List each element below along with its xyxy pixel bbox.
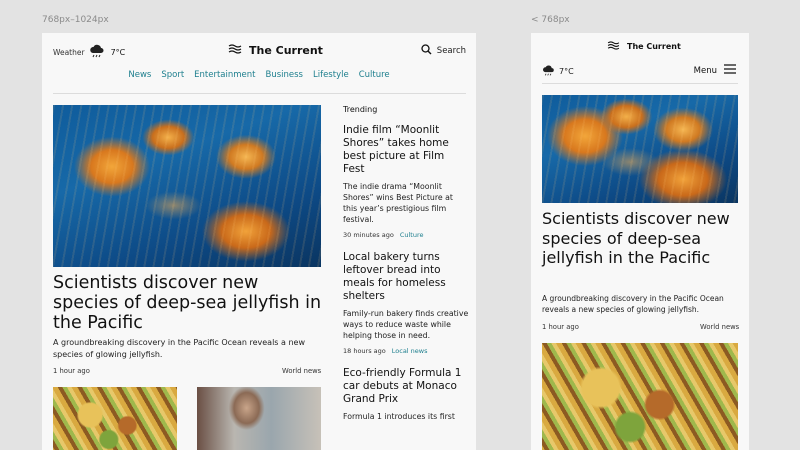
nav-item-culture[interactable]: Culture	[359, 70, 390, 80]
nav-item-sport[interactable]: Sport	[161, 70, 184, 80]
hero-image[interactable]	[542, 95, 738, 203]
trending-story-description: The indie drama “Moonlit Shores” wins Be…	[343, 182, 453, 224]
trending-story-description: Formula 1 introduces its first	[343, 412, 455, 421]
hero-title[interactable]: Scientists discover new species of deep-…	[542, 209, 738, 268]
menu-label: Menu	[693, 65, 717, 76]
mobile-frame: The Current 7°C Menu Scientists discover…	[531, 33, 749, 450]
trending-story[interactable]: Indie film “Moonlit Shores” takes home b…	[343, 124, 469, 239]
trending-story-title[interactable]: Indie film “Moonlit Shores” takes home b…	[343, 124, 469, 176]
search-label: Search	[436, 46, 466, 56]
search-icon	[421, 44, 432, 58]
hero-description: A groundbreaking discovery in the Pacifi…	[53, 338, 305, 359]
nav-item-entertainment[interactable]: Entertainment	[194, 70, 255, 80]
trending-sidebar: Trending Indie film “Moonlit Shores” tak…	[343, 105, 469, 434]
main-nav: News Sport Entertainment Business Lifest…	[42, 70, 476, 80]
trending-story-category[interactable]: Culture	[400, 231, 424, 239]
trending-heading: Trending	[343, 105, 378, 114]
site-logo[interactable]: The Current	[607, 41, 681, 52]
header-divider	[53, 93, 466, 94]
hero-time: 1 hour ago	[53, 367, 90, 375]
hero-time: 1 hour ago	[542, 323, 579, 331]
menu-button[interactable]: Menu	[694, 64, 736, 77]
hero-tag[interactable]: World news	[700, 323, 739, 331]
story-thumbnail-pasta[interactable]	[542, 343, 738, 450]
weather-label: Weather	[53, 47, 85, 57]
menu-icon	[724, 64, 736, 77]
cloud-rain-icon	[89, 43, 105, 61]
hero-tag[interactable]: World news	[282, 367, 321, 375]
trending-story-time: 18 hours ago	[343, 347, 386, 355]
cloud-rain-icon	[542, 64, 555, 79]
breakpoint-label-mobile: < 768px	[531, 15, 570, 25]
site-name: The Current	[249, 44, 323, 57]
search-button[interactable]: Search	[421, 44, 466, 58]
waves-logo-icon	[607, 41, 620, 52]
weather-widget: Weather 7°C	[53, 43, 125, 61]
breakpoint-label-tablet: 768px–1024px	[42, 15, 109, 25]
hero-image[interactable]	[53, 105, 321, 267]
story-thumbnail-pottery[interactable]	[197, 387, 321, 450]
hero-title[interactable]: Scientists discover new species of deep-…	[53, 273, 325, 333]
trending-story-category[interactable]: Local news	[392, 347, 428, 355]
nav-item-lifestyle[interactable]: Lifestyle	[313, 70, 349, 80]
header-divider	[542, 83, 738, 84]
nav-item-business[interactable]: Business	[266, 70, 303, 80]
site-name: The Current	[627, 42, 681, 51]
story-thumbnail-pasta[interactable]	[53, 387, 177, 450]
trending-story[interactable]: Eco-friendly Formula 1 car debuts at Mon…	[343, 367, 469, 422]
weather-temp: 7°C	[559, 67, 574, 76]
site-logo[interactable]: The Current	[228, 44, 323, 57]
weather-widget: 7°C	[542, 64, 574, 79]
waves-logo-icon	[228, 44, 242, 57]
hero-description: A groundbreaking discovery in the Pacifi…	[542, 294, 724, 314]
trending-story-description: Family-run bakery finds creative ways to…	[343, 309, 469, 340]
nav-item-news[interactable]: News	[128, 70, 151, 80]
trending-story[interactable]: Local bakery turns leftover bread into m…	[343, 251, 469, 355]
tablet-frame: Weather 7°C The Current Search News Spor…	[42, 33, 476, 450]
trending-story-time: 30 minutes ago	[343, 231, 394, 239]
weather-temp: 7°C	[110, 47, 126, 57]
trending-story-title[interactable]: Local bakery turns leftover bread into m…	[343, 251, 469, 303]
trending-story-title[interactable]: Eco-friendly Formula 1 car debuts at Mon…	[343, 367, 469, 406]
